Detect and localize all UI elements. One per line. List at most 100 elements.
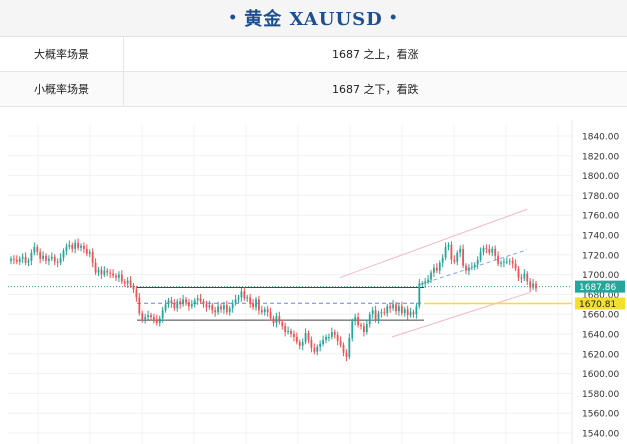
scenario-label: 小概率场景 [0,71,124,107]
candle-body [535,283,537,289]
candle-body [237,297,240,300]
candle-body [301,341,304,346]
scenario-value: 1687 之上，看涨 [123,37,627,72]
candle-body [494,248,497,256]
level-price-label: 1670.81 [579,300,616,310]
y-tick-label: 1620.00 [582,350,619,360]
candle-body [287,331,289,333]
candle-body [80,245,82,248]
candle-body [50,256,53,259]
scenario-table: 大概率场景 1687 之上，看涨 小概率场景 1687 之下，看跌 [0,37,627,107]
candle-body [208,305,211,308]
candle-body [150,315,152,318]
candle-body [225,305,228,313]
candle-body [497,255,499,264]
candle-body [485,247,488,249]
candle-body [234,299,237,304]
candle-body [330,332,333,337]
candle-body [109,272,112,274]
section-gap [0,107,627,120]
candle-body [295,336,298,342]
title-dot-left: • [228,10,239,26]
candle-body [176,301,179,309]
candle-body [328,336,330,338]
price-chart[interactable]: 1840.00 1820.00 1800.00 1780.00 1760.00 1740.… [0,120,627,444]
candle-body [240,291,243,298]
candle-body [342,344,345,353]
candle-body [255,299,257,308]
candle-body [106,270,109,273]
candle-body [269,312,272,319]
candle-body [500,262,502,264]
candle-body [190,304,193,307]
candle-body [380,312,383,314]
y-tick-label: 1560.00 [582,410,619,420]
candle-body [459,248,462,253]
candle-body [217,306,219,313]
candle-body [33,246,36,253]
candle-body [132,285,135,290]
candle-body [15,259,18,262]
candle-body [304,333,307,342]
candle-body [508,260,511,262]
candle-body [138,297,141,314]
current-price-label: 1687.86 [579,283,616,293]
candle-body [246,297,249,299]
title-bar: • 黄金 XAUUSD • [0,0,627,37]
candle-body [13,258,15,260]
candle-body [21,256,24,259]
candle-body [260,310,263,313]
candle-body [409,312,412,316]
candle-body [53,256,56,262]
candle-body [170,300,173,304]
y-tick-label: 1760.00 [582,212,619,222]
candle-body [468,267,470,271]
candle-body [36,246,39,252]
candle-body [354,317,357,322]
candle-body [374,310,377,321]
candle-body [453,259,456,262]
candle-body [290,331,292,334]
candle-body [319,343,322,347]
y-tick-label: 1540.00 [582,430,619,440]
candle-body [529,281,532,288]
candle-body [333,332,336,335]
candle-body [83,245,85,249]
page-title: 黄金 XAUUSD [244,9,383,30]
candle-body [415,306,418,315]
candle-body [48,258,50,261]
candle-body [383,312,386,314]
scenario-value: 1687 之下，看跌 [123,71,627,107]
candle-body [188,302,190,307]
candle-body [68,244,71,247]
candle-body [249,297,252,304]
candle-body [231,303,234,309]
title-dot-right: • [388,10,399,26]
candle-body [473,264,476,267]
candle-body [199,298,202,302]
candle-body [447,244,450,247]
candle-body [144,317,147,320]
scenario-row-minor: 小概率场景 1687 之下，看跌 [0,71,627,107]
candle-body [505,261,508,263]
candle-body [223,305,225,310]
candle-body [100,269,103,275]
candle-body [243,291,246,299]
candle-body [479,251,482,260]
candle-body [153,317,155,320]
candle-body [395,304,397,312]
candle-body [155,319,158,324]
y-tick-label: 1580.00 [582,390,619,400]
candle-body [42,255,44,259]
candle-body [476,259,479,265]
y-tick-label: 1820.00 [582,152,619,162]
candle-body [193,300,196,305]
candle-body [278,316,281,323]
candle-body [27,260,30,263]
candle-body [284,326,287,333]
candle-body [266,309,269,313]
candle-body [71,244,74,249]
candle-body [65,246,68,251]
candle-body [427,279,429,282]
candle-body [158,318,161,324]
